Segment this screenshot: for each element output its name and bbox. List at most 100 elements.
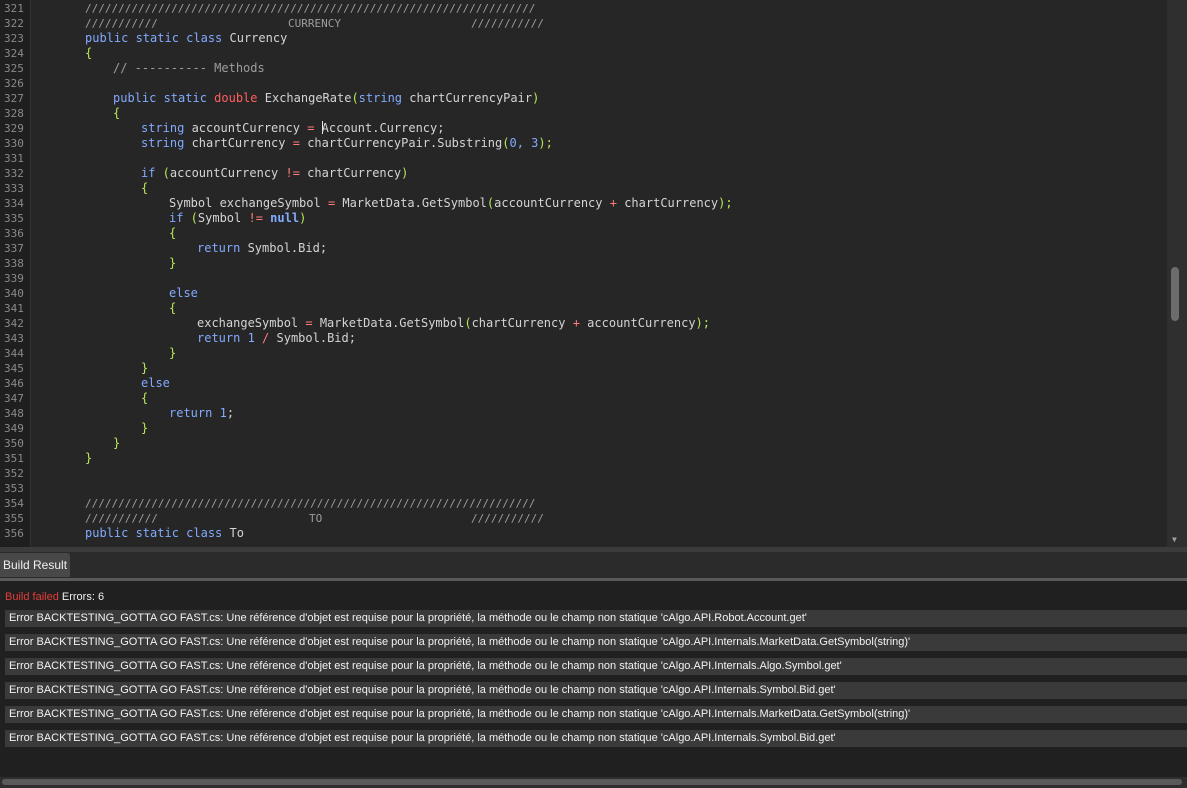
brace: }: [85, 451, 93, 465]
code-line: if (Symbol != null): [169, 211, 306, 226]
code-line: ///////////: [85, 511, 158, 526]
paren: (: [351, 91, 359, 105]
code-line: Symbol exchangeSymbol = MarketData.GetSy…: [169, 196, 733, 211]
paren: ): [532, 91, 540, 105]
code-line: {: [113, 106, 120, 121]
paren: (: [183, 211, 198, 225]
error-row[interactable]: Error BACKTESTING_GOTTA GO FAST.cs: Une …: [5, 610, 1187, 627]
line-number: 341: [4, 302, 24, 315]
line-number: 336: [4, 227, 24, 240]
brace: {: [113, 106, 121, 120]
type-keyword: double: [214, 91, 258, 105]
code-line: else: [169, 286, 198, 301]
line-number: 331: [4, 152, 24, 165]
identifier: chartCurrency: [616, 196, 719, 210]
code-line: TO: [309, 511, 322, 526]
code-editor[interactable]: 321 322 323 324 325 326 327 328 329 330 …: [0, 0, 1187, 547]
keyword: string: [141, 121, 185, 135]
comment-divider: ///////////: [471, 512, 544, 525]
line-number: 348: [4, 407, 24, 420]
line-number: 324: [4, 47, 24, 60]
code-line: public static class To: [85, 526, 244, 541]
operator: /: [254, 331, 270, 345]
error-row[interactable]: Error BACKTESTING_GOTTA GO FAST.cs: Une …: [5, 730, 1187, 747]
code-line: return Symbol.Bid;: [197, 241, 327, 256]
operator: =: [292, 136, 300, 150]
identifier: accountCurrency: [579, 316, 696, 330]
line-number: 329: [4, 122, 24, 135]
error-count: Errors: 6: [61, 591, 105, 603]
code-line: if (accountCurrency != chartCurrency): [141, 166, 408, 181]
identifier: chartCurrencyPair: [402, 91, 533, 105]
keyword: string: [358, 91, 403, 105]
operator: =: [305, 316, 313, 330]
line-number-gutter: 321 322 323 324 325 326 327 328 329 330 …: [0, 0, 31, 547]
comment-divider: ///////////: [85, 512, 158, 525]
code-line: public static double ExchangeRate(string…: [113, 91, 539, 106]
error-row[interactable]: Error BACKTESTING_GOTTA GO FAST.cs: Une …: [5, 658, 1187, 675]
code-line: exchangeSymbol = MarketData.GetSymbol(ch…: [197, 316, 710, 331]
code-line: {: [141, 181, 148, 196]
keyword: public static class: [85, 526, 223, 540]
line-number: 326: [4, 77, 24, 90]
identifier: chartCurrencyPair.Substring: [299, 136, 503, 150]
paren: );: [538, 136, 553, 150]
keyword: return: [197, 331, 241, 345]
identifier: Symbol.Bid;: [240, 241, 328, 255]
line-number: 332: [4, 167, 24, 180]
line-number: 351: [4, 452, 24, 465]
paren: (: [155, 166, 170, 180]
identifier: ;: [226, 406, 235, 420]
code-line: ///////////: [471, 16, 544, 31]
code-line: return 1 / Symbol.Bid;: [197, 331, 356, 346]
tab-build-result[interactable]: Build Result: [0, 553, 71, 577]
line-number: 355: [4, 512, 24, 525]
brace: {: [141, 181, 149, 195]
paren: );: [718, 196, 733, 210]
keyword: else: [169, 286, 198, 300]
error-row[interactable]: Error BACKTESTING_GOTTA GO FAST.cs: Une …: [5, 634, 1187, 651]
code-line: }: [169, 346, 176, 361]
section-label: CURRENCY: [288, 17, 341, 30]
line-number: 354: [4, 497, 24, 510]
line-number: 347: [4, 392, 24, 405]
code-line: string chartCurrency = chartCurrencyPair…: [141, 136, 553, 151]
code-line: ///////////: [85, 16, 158, 31]
panel-tab-bar: [0, 552, 1187, 578]
code-line: // ---------- Methods: [113, 61, 265, 76]
code-line: string accountCurrency = Account.Currenc…: [141, 121, 444, 136]
keyword: null: [262, 211, 300, 225]
error-row[interactable]: Error BACKTESTING_GOTTA GO FAST.cs: Une …: [5, 706, 1187, 723]
code-line: }: [113, 436, 120, 451]
line-number: 349: [4, 422, 24, 435]
line-number: 321: [4, 2, 24, 15]
keyword: return: [197, 241, 241, 255]
keyword: public static class: [85, 31, 223, 45]
paren: ): [299, 211, 307, 225]
brace: {: [141, 391, 149, 405]
paren: ): [401, 166, 409, 180]
comment-divider: ////////////////////////////////////////…: [85, 497, 536, 510]
identifier: [314, 121, 321, 135]
line-number: 346: [4, 377, 24, 390]
brace: {: [169, 301, 177, 315]
line-number: 340: [4, 287, 24, 300]
brace: {: [85, 46, 93, 60]
code-line: ///////////: [471, 511, 544, 526]
line-number: 328: [4, 107, 24, 120]
code-line: public static class Currency: [85, 31, 287, 46]
error-row[interactable]: Error BACKTESTING_GOTTA GO FAST.cs: Une …: [5, 682, 1187, 699]
keyword: return: [169, 406, 213, 420]
brace: }: [169, 256, 177, 270]
line-number: 322: [4, 17, 24, 30]
chevron-down-icon[interactable]: ▼: [1172, 535, 1177, 545]
line-number: 333: [4, 182, 24, 195]
line-number: 327: [4, 92, 24, 105]
line-number: 337: [4, 242, 24, 255]
identifier: MarketData.GetSymbol: [335, 196, 487, 210]
line-number: 344: [4, 347, 24, 360]
horizontal-scrollbar-thumb[interactable]: [2, 779, 1182, 785]
code-line: CURRENCY: [288, 16, 341, 31]
number: 1: [212, 406, 227, 420]
vertical-scrollbar-thumb[interactable]: [1171, 267, 1179, 321]
